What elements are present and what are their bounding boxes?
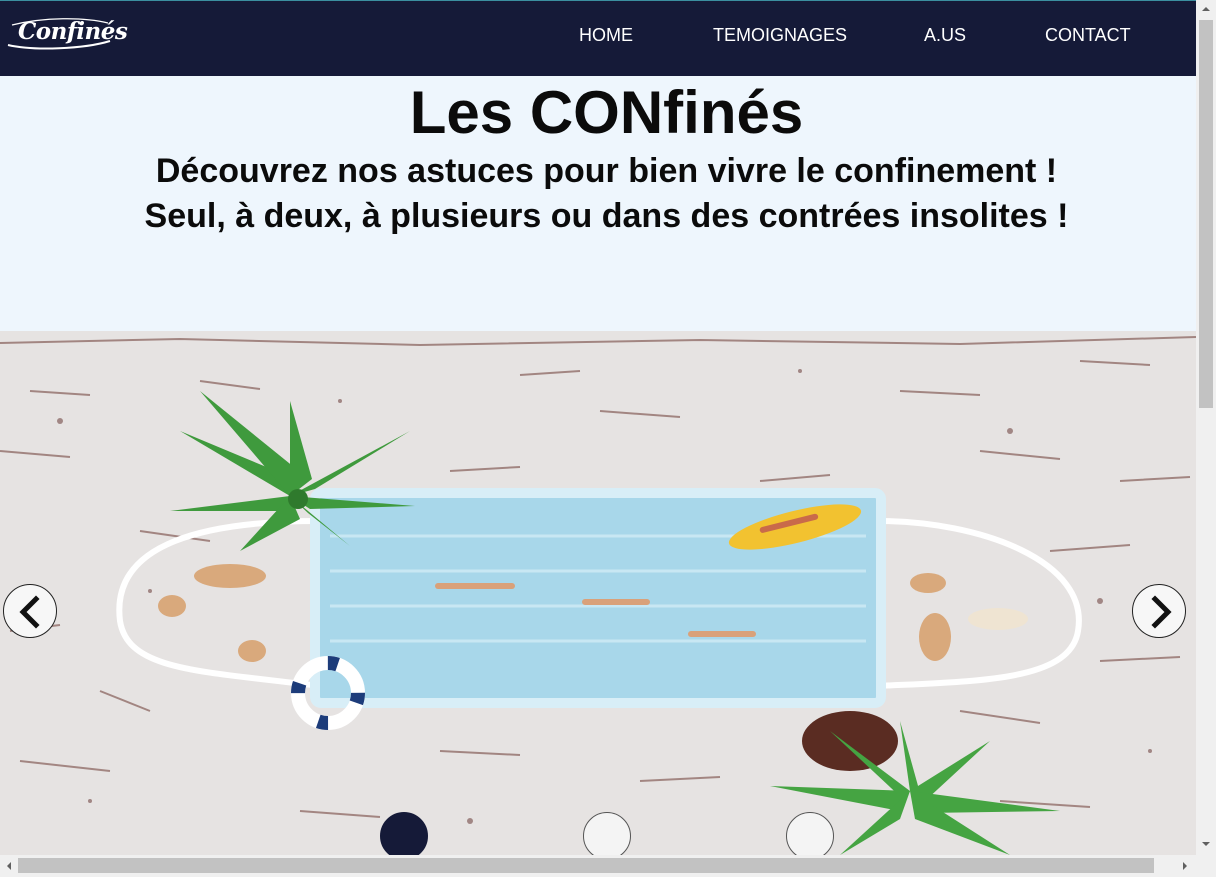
carousel-dot-3[interactable] xyxy=(786,812,834,855)
horizontal-scrollbar[interactable] xyxy=(0,855,1196,877)
chevron-right-icon xyxy=(1151,595,1172,629)
scroll-left-icon[interactable] xyxy=(4,861,14,871)
main-nav: HOME TEMOIGNAGES A.US CONTACT xyxy=(0,25,1196,49)
top-navbar: Confinés HOME TEMOIGNAGES A.US CONTACT xyxy=(0,0,1196,76)
horizontal-scroll-thumb[interactable] xyxy=(18,858,1154,873)
hero-subtitle-2: Seul, à deux, à plusieurs ou dans des co… xyxy=(144,197,1069,235)
nav-about-us[interactable]: A.US xyxy=(924,25,966,46)
hero-subtitle-1: Découvrez nos astuces pour bien vivre le… xyxy=(155,152,1058,190)
carousel-dot-2[interactable] xyxy=(583,812,631,855)
page-viewport: Confinés HOME TEMOIGNAGES A.US CONTACT L… xyxy=(0,0,1196,855)
carousel-prev-button[interactable] xyxy=(3,584,57,638)
page-title: Les CONfinés xyxy=(409,79,804,146)
vertical-scrollbar[interactable] xyxy=(1196,0,1216,855)
nav-contact[interactable]: CONTACT xyxy=(1045,25,1131,46)
chevron-left-icon xyxy=(19,595,40,629)
image-carousel xyxy=(0,331,1196,855)
mask-pool-photo xyxy=(0,331,1196,855)
scroll-up-icon[interactable] xyxy=(1201,4,1211,14)
vertical-scroll-thumb[interactable] xyxy=(1199,20,1213,408)
nav-home[interactable]: HOME xyxy=(579,25,633,46)
carousel-next-button[interactable] xyxy=(1132,584,1186,638)
scroll-down-icon[interactable] xyxy=(1201,839,1211,849)
carousel-dot-1[interactable] xyxy=(380,812,428,855)
nav-temoignages[interactable]: TEMOIGNAGES xyxy=(713,25,847,46)
scroll-right-icon[interactable] xyxy=(1180,861,1190,871)
scrollbar-corner xyxy=(1196,855,1216,877)
